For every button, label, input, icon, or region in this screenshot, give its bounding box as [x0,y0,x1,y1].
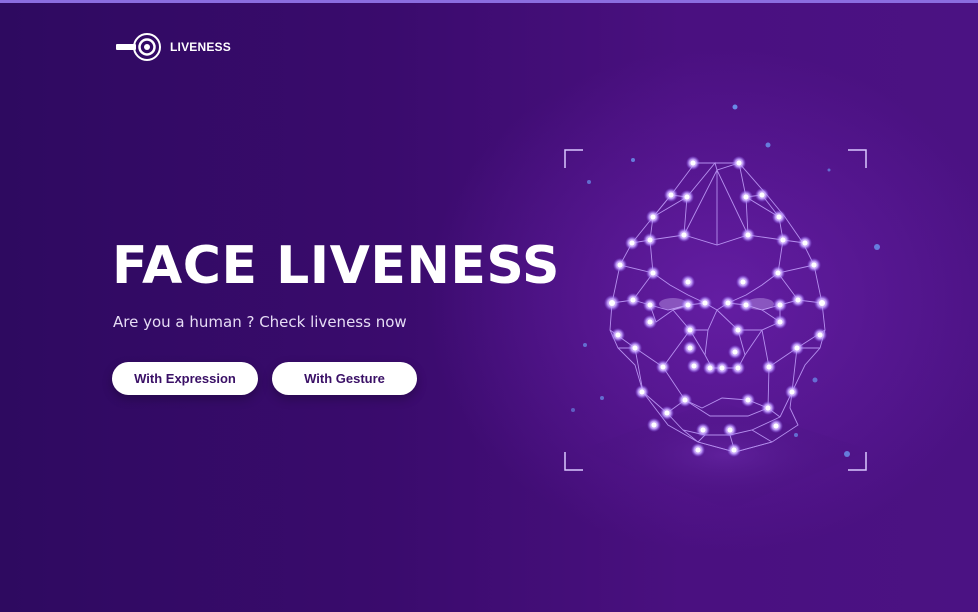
floor-platform [580,400,870,510]
brand-logo[interactable]: LIVENESS [116,32,231,62]
liveness-logo-icon [116,32,162,62]
eye-glows [659,298,774,310]
face-mesh-illustration [540,90,920,510]
top-accent-line [0,0,978,3]
with-expression-button[interactable]: With Expression [112,362,258,395]
brand-name: LIVENESS [170,40,231,54]
page-subtitle: Are you a human ? Check liveness now [113,313,407,331]
landing-page: LIVENESS FACE LIVENESS Are you a human ?… [0,0,978,612]
with-gesture-button[interactable]: With Gesture [272,362,417,395]
page-title: FACE LIVENESS [112,236,560,296]
